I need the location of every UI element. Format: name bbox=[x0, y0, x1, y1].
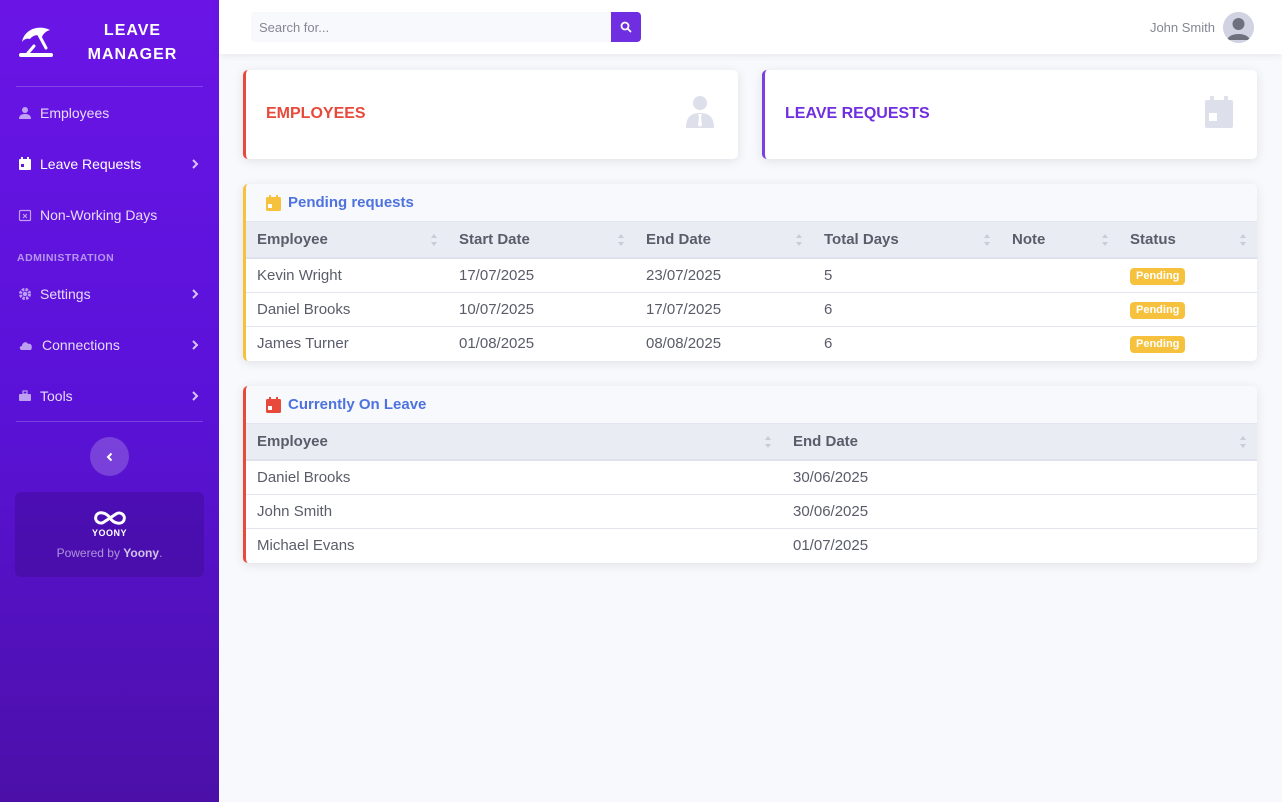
table-row[interactable]: James Turner 01/08/2025 08/08/2025 6 Pen… bbox=[246, 326, 1257, 360]
calendar-icon bbox=[18, 156, 32, 171]
search-button[interactable] bbox=[611, 12, 641, 42]
sidebar-item-connections[interactable]: Connections bbox=[0, 319, 219, 370]
chevron-right-icon bbox=[192, 390, 199, 401]
brand-title: LEAVE MANAGER bbox=[87, 22, 178, 63]
table-row[interactable]: Daniel Brooks 10/07/2025 17/07/2025 6 Pe… bbox=[246, 292, 1257, 327]
sidebar-item-employees[interactable]: Employees bbox=[0, 87, 219, 138]
pending-requests-card: Pending requests Employee Start Date End… bbox=[243, 184, 1257, 361]
sort-icon bbox=[431, 234, 437, 246]
sort-icon bbox=[984, 234, 990, 246]
sidebar: LEAVE MANAGER Employees Leave Requests N… bbox=[0, 0, 219, 802]
promo-name: YOONY bbox=[91, 528, 127, 538]
currently-on-leave-table: Employee End Date Daniel Brooks 30/06/20… bbox=[246, 424, 1257, 562]
status-badge: Pending bbox=[1130, 335, 1186, 353]
column-header[interactable]: Employee bbox=[246, 222, 448, 259]
card-title: Pending requests bbox=[288, 194, 414, 211]
column-header[interactable]: Status bbox=[1119, 222, 1257, 259]
leave-requests-card[interactable]: LEAVE REQUESTS bbox=[762, 70, 1257, 159]
sidebar-item-label: Employees bbox=[40, 104, 110, 121]
cloud-icon bbox=[18, 338, 34, 352]
search-form bbox=[251, 12, 641, 42]
chevron-right-icon bbox=[192, 158, 199, 169]
sidebar-item-tools[interactable]: Tools bbox=[0, 370, 219, 421]
beach-umbrella-icon bbox=[19, 27, 53, 57]
table-row[interactable]: John Smith 30/06/2025 bbox=[246, 494, 1257, 529]
column-header[interactable]: Start Date bbox=[448, 222, 635, 259]
sort-icon bbox=[765, 436, 771, 448]
powered-by-link[interactable]: Yoony bbox=[123, 546, 159, 560]
user-name: John Smith bbox=[1149, 20, 1215, 35]
sort-icon bbox=[1102, 234, 1108, 246]
table-row[interactable]: Kevin Wright 17/07/2025 23/07/2025 5 Pen… bbox=[246, 258, 1257, 293]
toolbox-icon bbox=[18, 389, 32, 403]
sidebar-item-leave-requests[interactable]: Leave Requests bbox=[0, 138, 219, 189]
search-input[interactable] bbox=[251, 12, 611, 42]
column-header[interactable]: Total Days bbox=[813, 222, 1001, 259]
calendar-icon bbox=[1205, 96, 1233, 128]
search-icon bbox=[620, 21, 632, 33]
sidebar-item-label: Leave Requests bbox=[40, 155, 142, 172]
chevron-right-icon bbox=[192, 339, 199, 350]
users-icon bbox=[18, 106, 32, 120]
sidebar-toggle-button[interactable] bbox=[90, 437, 129, 476]
column-header[interactable]: End Date bbox=[782, 424, 1257, 461]
brand[interactable]: LEAVE MANAGER bbox=[0, 0, 219, 86]
calendar-icon bbox=[266, 194, 281, 211]
column-header[interactable]: End Date bbox=[635, 222, 813, 259]
sidebar-item-label: Connections bbox=[42, 336, 120, 353]
employees-card[interactable]: EMPLOYEES bbox=[243, 70, 738, 159]
topbar: John Smith bbox=[219, 0, 1282, 54]
column-header[interactable]: Note bbox=[1001, 222, 1119, 259]
user-tie-icon bbox=[686, 96, 714, 128]
status-badge: Pending bbox=[1130, 301, 1186, 319]
sort-icon bbox=[1240, 436, 1246, 448]
sidebar-item-settings[interactable]: Settings bbox=[0, 268, 219, 319]
status-badge: Pending bbox=[1130, 267, 1186, 285]
promo-box: YOONY Powered by Yoony. bbox=[15, 492, 204, 577]
currently-on-leave-card: Currently On Leave Employee End Date Dan… bbox=[243, 386, 1257, 563]
sidebar-item-label: Tools bbox=[40, 387, 73, 404]
column-header[interactable]: Employee bbox=[246, 424, 782, 461]
calendar-x-icon bbox=[18, 208, 32, 222]
sort-icon bbox=[618, 234, 624, 246]
table-row[interactable]: Daniel Brooks 30/06/2025 bbox=[246, 460, 1257, 495]
card-title: LEAVE REQUESTS bbox=[785, 105, 930, 122]
chevron-left-icon bbox=[106, 452, 112, 461]
sidebar-item-label: Settings bbox=[40, 285, 91, 302]
sidebar-item-non-working-days[interactable]: Non-Working Days bbox=[0, 189, 219, 240]
infinity-logo-icon bbox=[93, 511, 126, 525]
table-row[interactable]: Michael Evans 01/07/2025 bbox=[246, 528, 1257, 562]
user-menu[interactable]: John Smith bbox=[1150, 12, 1254, 43]
divider bbox=[16, 421, 203, 422]
chevron-right-icon bbox=[192, 288, 199, 299]
card-title: Currently On Leave bbox=[288, 396, 427, 413]
calendar-icon bbox=[266, 396, 281, 413]
card-title: EMPLOYEES bbox=[266, 105, 366, 122]
powered-by-text: Powered by Yoony. bbox=[56, 546, 163, 560]
section-heading: ADMINISTRATION bbox=[17, 252, 115, 264]
sort-icon bbox=[1240, 234, 1246, 246]
sidebar-item-label: Non-Working Days bbox=[40, 206, 158, 223]
card-header: Currently On Leave bbox=[246, 386, 1257, 424]
avatar bbox=[1223, 12, 1254, 43]
user-avatar-icon bbox=[1223, 12, 1254, 43]
card-header: Pending requests bbox=[246, 184, 1257, 222]
gear-icon bbox=[18, 287, 32, 301]
pending-requests-table: Employee Start Date End Date Total Days … bbox=[246, 222, 1257, 360]
sort-icon bbox=[796, 234, 802, 246]
